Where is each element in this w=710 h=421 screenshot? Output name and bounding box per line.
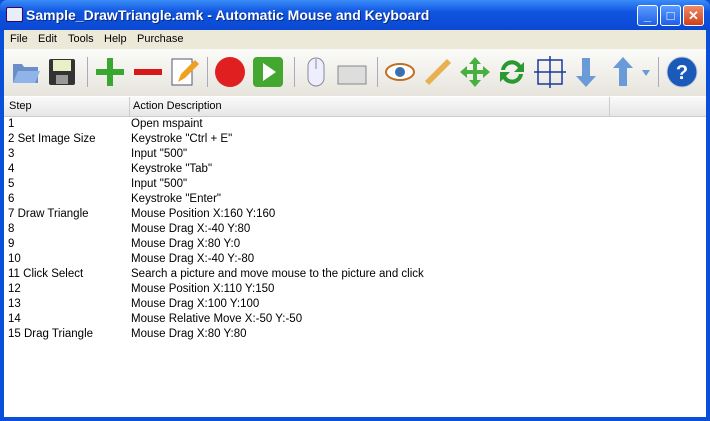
table-row[interactable]: 8 Mouse Drag X:-40 Y:80 <box>4 223 704 238</box>
crosshair-icon[interactable] <box>534 56 566 88</box>
minimize-button[interactable]: _ <box>637 5 658 26</box>
step-cell: 7 Draw Triangle <box>8 208 89 220</box>
step-cell: 14 <box>8 313 21 325</box>
action-cell: Keystroke "Tab" <box>131 163 213 175</box>
table-row[interactable]: 9 Mouse Drag X:80 Y:0 <box>4 238 704 253</box>
menu-file[interactable]: File <box>10 33 28 45</box>
table-row[interactable]: 7 Draw Triangle Mouse Position X:160 Y:16… <box>4 208 704 223</box>
record-icon[interactable] <box>214 56 246 88</box>
close-button[interactable]: ✕ <box>683 5 704 26</box>
step-cell: 11 Click Select <box>8 268 84 280</box>
step-cell: 13 <box>8 298 21 310</box>
mouse-icon[interactable] <box>300 56 332 88</box>
step-cell: 2 Set Image Size <box>8 133 96 145</box>
action-cell: Mouse Position X:160 Y:160 <box>131 208 276 220</box>
menu-purchase[interactable]: Purchase <box>137 33 183 45</box>
table-row[interactable]: 12 Mouse Position X:110 Y:150 <box>4 283 704 298</box>
step-cell: 4 <box>8 163 15 175</box>
table-row[interactable]: 14 Mouse Relative Move X:-50 Y:-50 <box>4 313 704 328</box>
step-cell: 9 <box>8 238 15 250</box>
menu-tools[interactable]: Tools <box>68 33 94 45</box>
action-cell: Mouse Drag X:100 Y:100 <box>131 298 260 310</box>
action-cell: Mouse Drag X:80 Y:80 <box>131 328 247 340</box>
step-cell: 8 <box>8 223 15 235</box>
action-cell: Mouse Position X:110 Y:150 <box>131 283 275 295</box>
step-cell: 6 <box>8 193 15 205</box>
table-row[interactable]: 6 Keystroke "Enter" <box>4 193 704 208</box>
step-cell: 15 Drag Triangle <box>8 328 94 340</box>
table-row[interactable]: 4 Keystroke "Tab" <box>4 163 704 178</box>
save-icon[interactable] <box>46 56 78 88</box>
play-icon[interactable] <box>252 56 284 88</box>
menu-bar: File Edit Tools Help Purchase <box>4 30 706 49</box>
action-cell: Mouse Drag X:80 Y:0 <box>131 238 241 250</box>
table-row[interactable]: 3 Input "500" <box>4 148 704 163</box>
action-cell: Input "500" <box>131 148 188 160</box>
keyboard-icon[interactable] <box>336 56 368 88</box>
menu-help[interactable]: Help <box>104 33 127 45</box>
step-cell: 10 <box>8 253 21 265</box>
action-cell: Input "500" <box>131 178 188 190</box>
step-cell: 12 <box>8 283 21 295</box>
action-cell: Mouse Drag X:-40 Y:80 <box>131 223 251 235</box>
title-bar: Sample_DrawTriangle.amk - Automatic Mous… <box>0 0 710 30</box>
app-window: Sample_DrawTriangle.amk - Automatic Mous… <box>0 0 710 421</box>
remove-icon[interactable] <box>132 56 164 88</box>
action-cell: Keystroke "Enter" <box>131 193 221 205</box>
step-cell: 1 <box>8 118 15 130</box>
column-header-step[interactable]: Step <box>9 100 32 112</box>
move-down-icon[interactable] <box>570 56 602 88</box>
table-row[interactable]: 5 Input "500" <box>4 178 704 193</box>
table-row[interactable]: 15 Drag Triangle Mouse Drag X:80 Y:80 <box>4 328 704 343</box>
step-cell: 5 <box>8 178 15 190</box>
table-row[interactable]: 1 Open mspaint <box>4 118 704 133</box>
window-title: Sample_DrawTriangle.amk - Automatic Mous… <box>26 7 430 23</box>
move-up-icon[interactable] <box>607 56 639 88</box>
app-icon <box>6 7 23 22</box>
list-header: Step Action Description <box>4 97 706 117</box>
action-cell: Mouse Relative Move X:-50 Y:-50 <box>131 313 303 325</box>
action-cell: Keystroke "Ctrl + E" <box>131 133 233 145</box>
table-row[interactable]: 2 Set Image Size Keystroke "Ctrl + E" <box>4 133 704 148</box>
table-row[interactable]: 10 Mouse Drag X:-40 Y:-80 <box>4 253 704 268</box>
add-icon[interactable] <box>94 56 126 88</box>
column-header-action[interactable]: Action Description <box>133 100 222 112</box>
menu-edit[interactable]: Edit <box>38 33 57 45</box>
table-row[interactable]: 13 Mouse Drag X:100 Y:100 <box>4 298 704 313</box>
eye-icon[interactable] <box>384 56 416 88</box>
open-folder-icon[interactable] <box>10 56 42 88</box>
step-cell: 3 <box>8 148 15 160</box>
action-cell: Open mspaint <box>131 118 203 130</box>
refresh-icon[interactable] <box>496 56 528 88</box>
edit-icon[interactable] <box>168 56 200 88</box>
toolbar: ? <box>4 49 706 96</box>
help-icon[interactable]: ? <box>666 56 698 88</box>
maximize-button[interactable]: □ <box>660 5 681 26</box>
action-cell: Mouse Drag X:-40 Y:-80 <box>131 253 255 265</box>
action-cell: Search a picture and move mouse to the p… <box>131 268 424 280</box>
ruler-icon[interactable] <box>422 56 454 88</box>
table-row[interactable]: 11 Click Select Search a picture and move… <box>4 268 704 283</box>
dropdown-arrow-icon[interactable] <box>642 70 650 76</box>
svg-text:?: ? <box>676 62 688 84</box>
move-icon[interactable] <box>459 56 491 88</box>
